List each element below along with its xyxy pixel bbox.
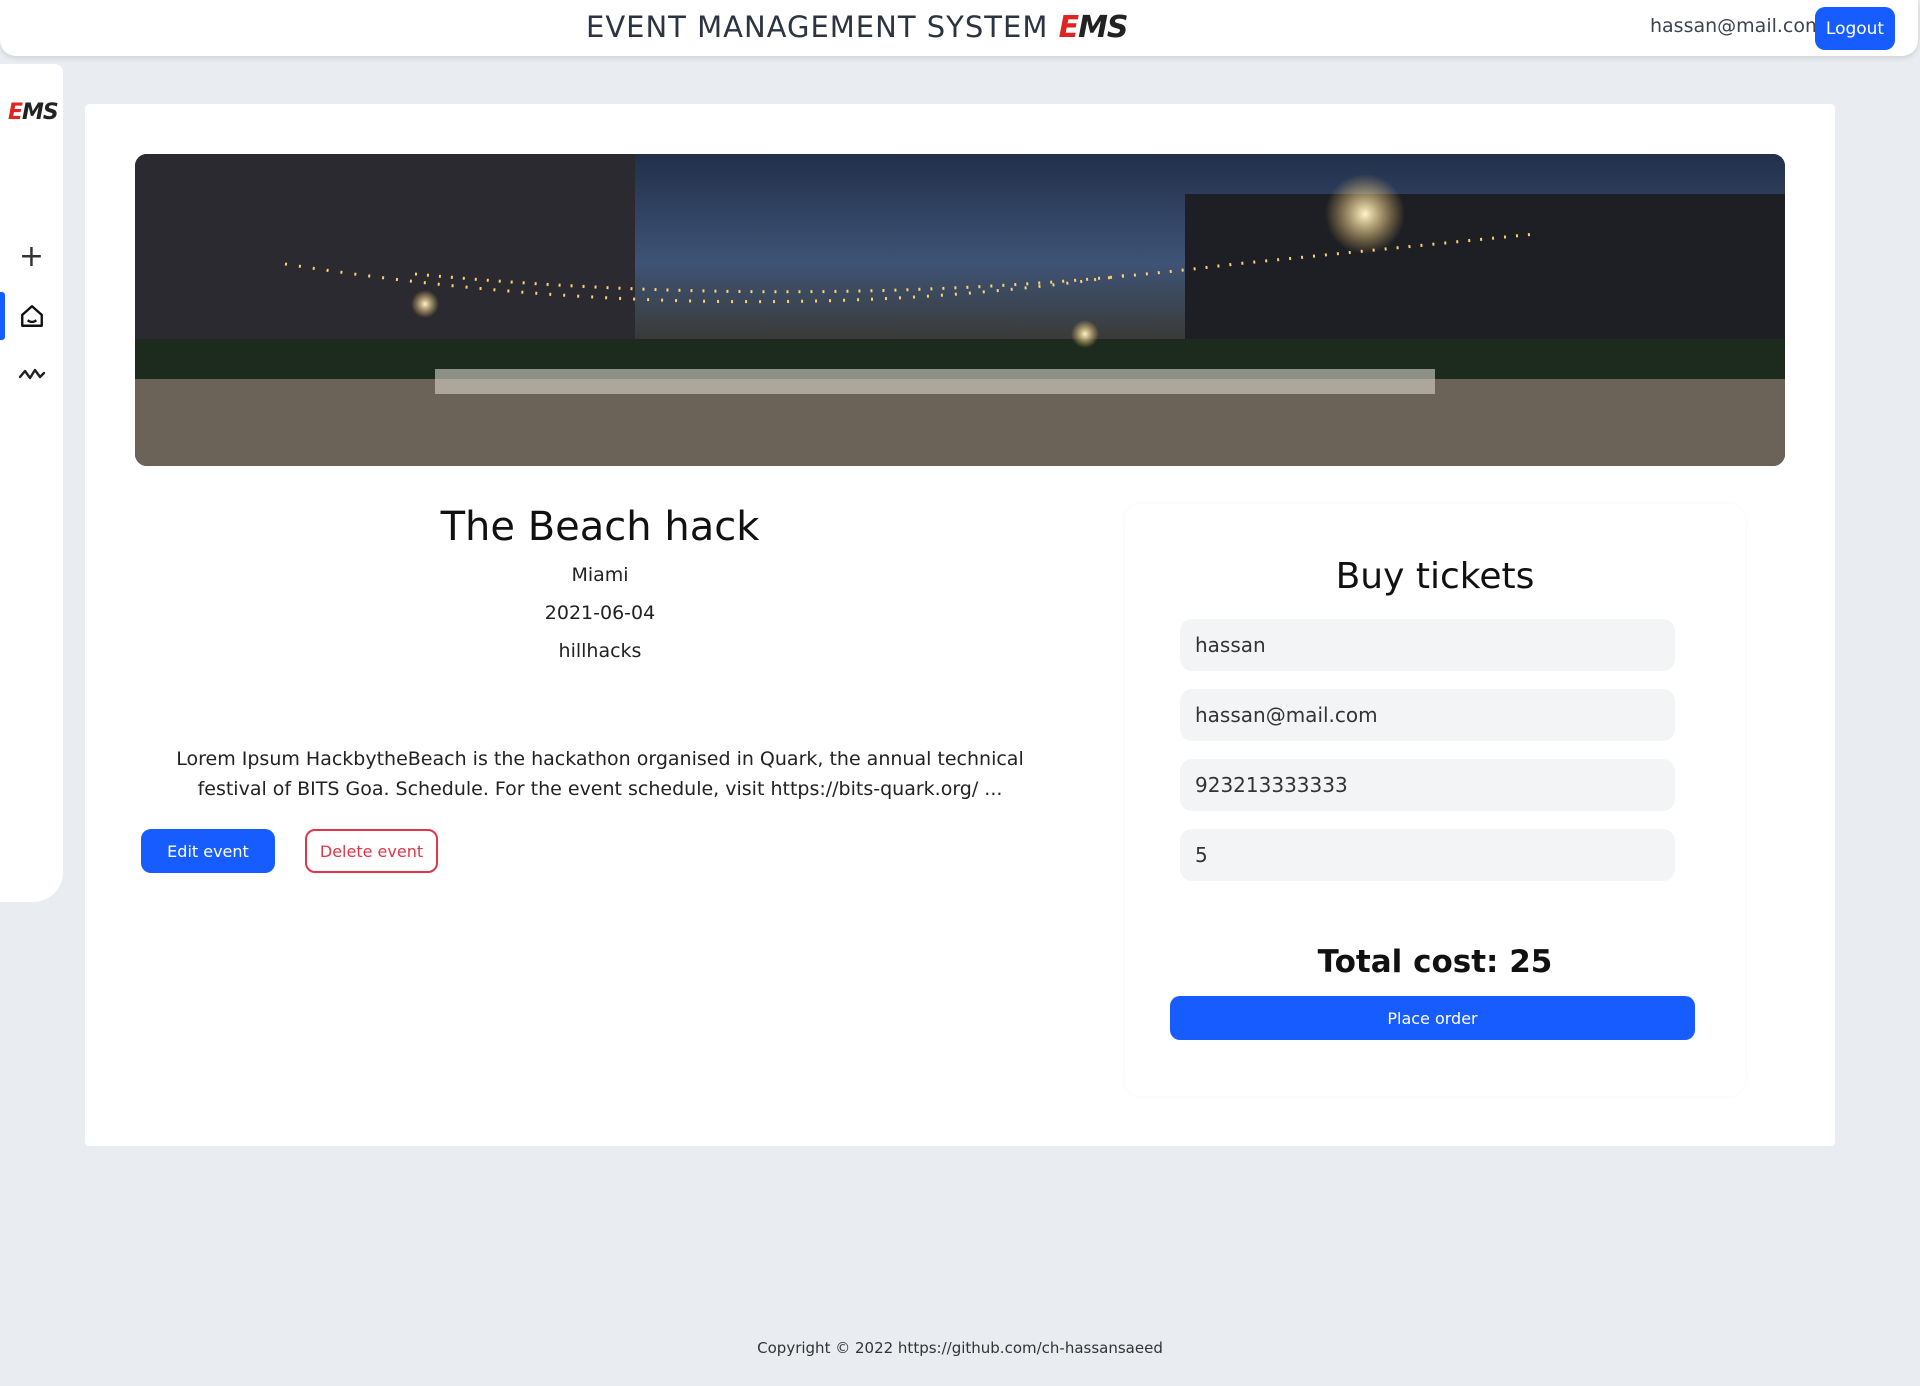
activity-icon [18, 368, 45, 380]
event-banner-image [135, 154, 1785, 466]
sidebar-item-create-event[interactable]: + [0, 230, 63, 282]
sidebar-item-home[interactable] [0, 290, 63, 342]
home-icon [20, 305, 43, 327]
edit-event-button[interactable]: Edit event [141, 829, 275, 873]
sidebar-logo[interactable]: EMS [8, 100, 59, 125]
footer-copyright: Copyright © 2022 https://github.com/ch-h… [757, 1339, 1163, 1357]
event-card: The Beach hack Miami 2021-06-04 hillhack… [85, 104, 1835, 1146]
event-date: 2021-06-04 [544, 602, 656, 624]
ems-logo: EMS [1058, 10, 1129, 45]
delete-event-button[interactable]: Delete event [305, 829, 438, 873]
sidebar-item-activity[interactable] [0, 348, 63, 400]
total-cost: Total cost: 25 [1317, 944, 1553, 980]
plus-icon: + [18, 238, 45, 274]
app-title-text: EVENT MANAGEMENT SYSTEM [586, 10, 1049, 44]
event-title: The Beach hack [440, 504, 760, 550]
buy-tickets-title: Buy tickets [1335, 556, 1535, 597]
name-field[interactable] [1180, 619, 1675, 671]
top-header: EVENT MANAGEMENT SYSTEM EMS hassan@mail.… [0, 0, 1918, 56]
logout-button[interactable]: Logout [1815, 7, 1895, 50]
buy-tickets-panel: Buy tickets Total cost: 25 Place order [1125, 504, 1745, 1096]
phone-field[interactable] [1180, 759, 1675, 811]
user-email: hassan@mail.com [1650, 15, 1824, 37]
sidebar: EMS + [0, 64, 63, 902]
place-order-button[interactable]: Place order [1170, 996, 1695, 1040]
quantity-field[interactable] [1180, 829, 1675, 881]
app-title: EVENT MANAGEMENT SYSTEM EMS [586, 10, 1129, 45]
event-description: Lorem Ipsum HackbytheBeach is the hackat… [176, 748, 1024, 800]
event-organizer: hillhacks [558, 640, 642, 662]
email-field[interactable] [1180, 689, 1675, 741]
event-location: Miami [571, 564, 629, 586]
event-details: The Beach hack Miami 2021-06-04 hillhack… [135, 504, 1065, 662]
